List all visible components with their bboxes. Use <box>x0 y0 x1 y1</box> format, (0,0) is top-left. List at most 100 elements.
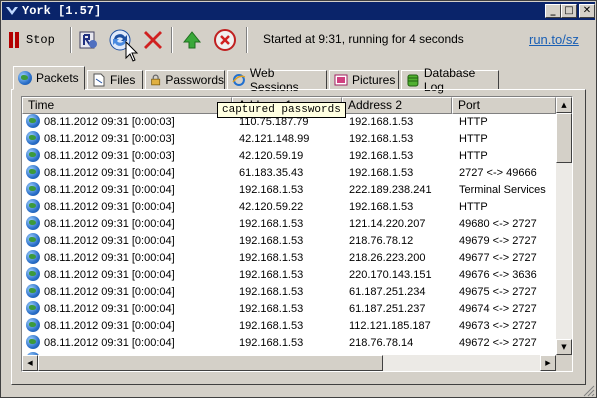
packets-list[interactable]: Time Address 1 Address 2 Port 08.11.2012… <box>21 96 573 372</box>
column-header-address2[interactable]: Address 2 <box>342 97 452 114</box>
cell-address1: 192.168.1.53 <box>239 184 304 196</box>
close-button[interactable]: ✕ <box>579 4 595 18</box>
globe-icon <box>26 335 40 349</box>
app-logo-icon <box>6 7 18 15</box>
export-button[interactable] <box>178 25 206 55</box>
cell-address1: 192.168.1.53 <box>239 303 304 315</box>
passwords-tool-icon <box>79 31 97 49</box>
tab-web-sessions[interactable]: Web Sessions <box>227 66 327 94</box>
cell-address2: 218.76.78.12 <box>349 235 414 247</box>
delete-button[interactable] <box>139 25 167 55</box>
globe-icon <box>26 148 40 162</box>
table-row[interactable]: 08.11.2012 09:31 [0:00:03] 42.120.59.19 19… <box>22 148 556 165</box>
globe-icon <box>26 301 40 315</box>
globe-icon <box>26 284 40 298</box>
tab-passwords[interactable]: Passwords <box>145 70 225 90</box>
table-row[interactable]: 08.11.2012 09:31 [0:00:04] 192.168.1.53 11… <box>22 318 556 335</box>
table-row[interactable]: 08.11.2012 09:31 [0:00:03] 42.121.148.99 1… <box>22 131 556 148</box>
file-icon <box>93 73 105 87</box>
vertical-scroll-thumb[interactable] <box>556 113 572 163</box>
cell-address2: 218.26.223.200 <box>349 252 426 264</box>
tab-label: Files <box>110 73 136 87</box>
red-x-icon <box>144 31 162 49</box>
tab-database-log[interactable]: Database Log <box>401 66 499 94</box>
globe-icon <box>26 114 40 128</box>
cell-time: 08.11.2012 09:31 [0:00:04] <box>44 286 175 298</box>
scroll-up-button[interactable]: ▲ <box>556 97 572 113</box>
table-row[interactable]: 08.11.2012 09:31 [0:00:04] 192.168.1.53 12… <box>22 216 556 233</box>
tab-pictures[interactable]: Pictures <box>329 70 399 90</box>
cell-time: 08.11.2012 09:31 [0:00:04] <box>44 269 175 281</box>
cell-address1: 61.183.35.43 <box>239 167 304 179</box>
cell-time: 08.11.2012 09:31 [0:00:04] <box>44 235 175 247</box>
vertical-scrollbar[interactable]: ▲ ▼ <box>556 97 572 355</box>
cell-address1: 42.120.59.19 <box>239 150 304 162</box>
globe-icon <box>26 182 40 196</box>
globe-icon <box>26 199 40 213</box>
column-header-time[interactable]: Time <box>22 97 232 114</box>
tab-label: Passwords <box>165 73 224 87</box>
cell-port: HTTP <box>459 150 488 162</box>
cancel-circle-icon <box>214 29 236 51</box>
cell-port: 49672 <-> 2727 <box>459 337 537 349</box>
maximize-button[interactable]: □ <box>561 4 577 18</box>
table-row[interactable]: 08.11.2012 09:31 [0:00:04] 192.168.1.53 22… <box>22 182 556 199</box>
cell-port: 49673 <-> 2727 <box>459 320 537 332</box>
scroll-right-button[interactable]: ▶ <box>540 355 556 371</box>
globe-icon <box>26 131 40 145</box>
globe-icon <box>26 250 40 264</box>
cell-time: 08.11.2012 09:31 [0:00:03] <box>44 116 175 128</box>
horizontal-scroll-thumb[interactable] <box>38 355 383 371</box>
table-row[interactable]: 08.11.2012 09:31 [0:00:04] 42.120.59.22 19… <box>22 199 556 216</box>
cancel-button[interactable] <box>211 25 239 55</box>
green-arrow-icon <box>182 31 202 49</box>
app-window: York [1.57] _ □ ✕ Stop Started at 9:31, … <box>0 0 597 398</box>
table-row[interactable]: 08.11.2012 09:31 [0:00:04] 192.168.1.53 22… <box>22 267 556 284</box>
table-row[interactable]: 08.11.2012 09:31 [0:00:04] 192.168.1.53 21… <box>22 250 556 267</box>
tab-packets[interactable]: Packets <box>13 66 85 90</box>
table-row[interactable]: 08.11.2012 09:31 [0:00:04] 192.168.1.53 61… <box>22 284 556 301</box>
cell-address2: 218.76.78.14 <box>349 337 414 349</box>
cell-time: 08.11.2012 09:31 [0:00:03] <box>44 150 175 162</box>
cell-address1: 192.168.1.53 <box>239 252 304 264</box>
table-body: 08.11.2012 09:31 [0:00:03] 110.75.187.79 1… <box>22 114 556 369</box>
mouse-cursor-icon <box>125 41 139 62</box>
table-row[interactable]: 08.11.2012 09:31 [0:00:04] 192.168.1.53 61… <box>22 301 556 318</box>
scroll-down-button[interactable]: ▼ <box>556 339 572 355</box>
column-header-port[interactable]: Port <box>452 97 556 114</box>
globe-icon <box>26 233 40 247</box>
table-row[interactable]: 08.11.2012 09:31 [0:00:04] 192.168.1.53 21… <box>22 335 556 352</box>
cell-address2: 220.170.143.151 <box>349 269 432 281</box>
passwords-tool-button[interactable] <box>74 25 102 55</box>
website-link[interactable]: run.to/sz <box>529 32 579 47</box>
minimize-button[interactable]: _ <box>545 4 561 18</box>
cell-address2: 222.189.238.241 <box>349 184 432 196</box>
cell-address2: 192.168.1.53 <box>349 116 414 128</box>
cell-address1: 42.120.59.22 <box>239 201 304 213</box>
cell-port: HTTP <box>459 133 488 145</box>
resize-grip-icon[interactable] <box>581 383 595 397</box>
horizontal-scrollbar[interactable]: ◀ ▶ <box>22 355 556 371</box>
cell-time: 08.11.2012 09:31 [0:00:04] <box>44 252 175 264</box>
lock-icon <box>151 74 161 86</box>
cell-time: 08.11.2012 09:31 [0:00:04] <box>44 337 175 349</box>
status-text: Started at 9:31, running for 4 seconds <box>263 32 464 46</box>
cell-address1: 192.168.1.53 <box>239 286 304 298</box>
cell-address2: 121.14.220.207 <box>349 218 426 230</box>
stop-button[interactable]: Stop <box>8 25 66 55</box>
title-bar[interactable]: York [1.57] _ □ ✕ <box>2 2 595 20</box>
globe-icon <box>26 267 40 281</box>
cell-port: 49679 <-> 2727 <box>459 235 537 247</box>
table-row[interactable]: 08.11.2012 09:31 [0:00:04] 192.168.1.53 21… <box>22 233 556 250</box>
cell-port: 49674 <-> 2727 <box>459 303 537 315</box>
toolbar-separator <box>171 27 173 53</box>
cell-time: 08.11.2012 09:31 [0:00:04] <box>44 184 175 196</box>
cell-address1: 192.168.1.53 <box>239 235 304 247</box>
tab-files[interactable]: Files <box>87 70 143 90</box>
table-row[interactable]: 08.11.2012 09:31 [0:00:04] 61.183.35.43 19… <box>22 165 556 182</box>
cell-address2: 192.168.1.53 <box>349 150 414 162</box>
cell-address2: 192.168.1.53 <box>349 201 414 213</box>
scroll-left-button[interactable]: ◀ <box>22 355 38 371</box>
pause-icon <box>8 32 20 48</box>
cell-port: 49680 <-> 2727 <box>459 218 537 230</box>
